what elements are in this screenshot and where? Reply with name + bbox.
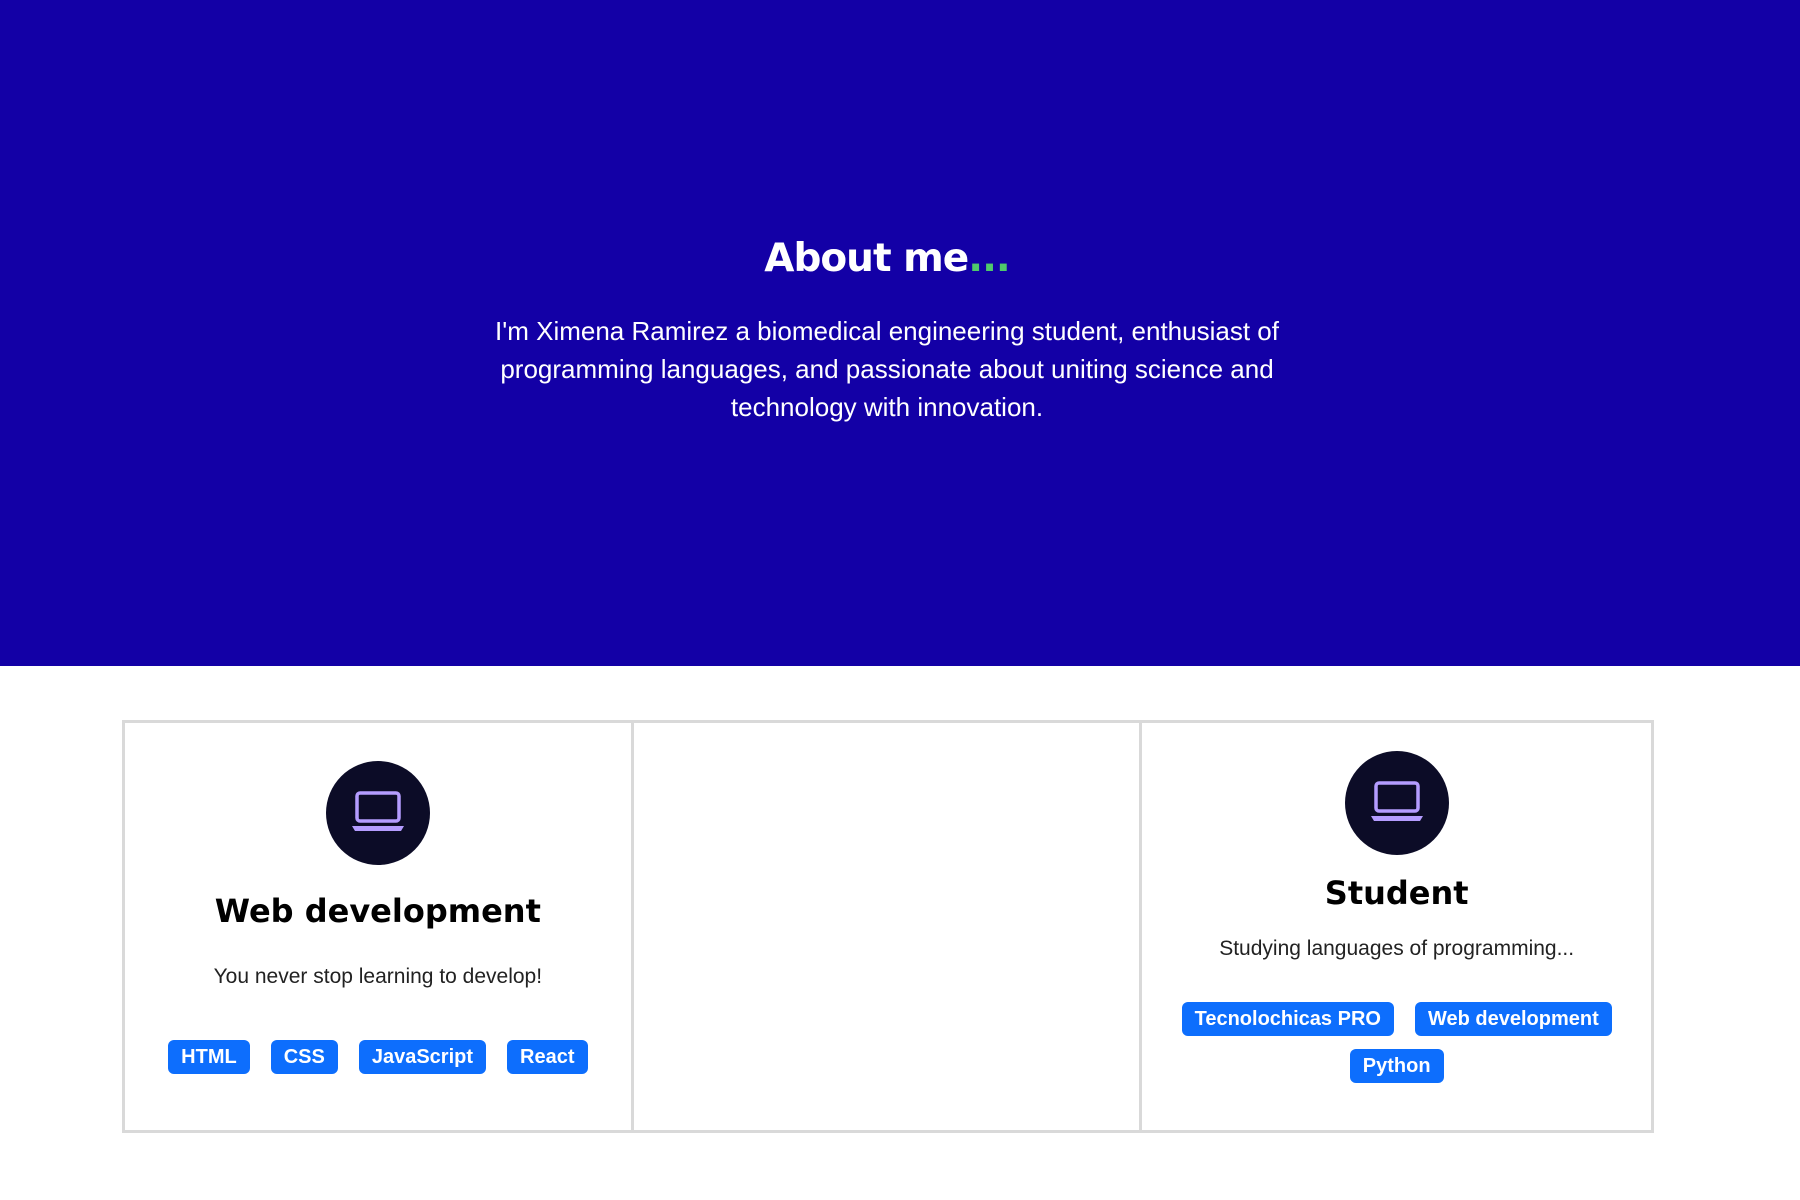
tag-html: HTML: [168, 1040, 250, 1074]
tag-react: React: [507, 1040, 588, 1074]
card-student: Student Studying languages of programmin…: [1142, 723, 1651, 1130]
card-description: Studying languages of programming...: [1219, 937, 1575, 960]
card-title: Web development: [214, 892, 541, 930]
skills-cards: Web development You never stop learning …: [122, 720, 1654, 1133]
tag-tecnolochicas-pro: Tecnolochicas PRO: [1181, 1002, 1394, 1036]
hero-title: About me...: [0, 232, 1774, 286]
card-title: Student: [1324, 874, 1469, 912]
laptop-icon-svg: [1370, 781, 1423, 821]
laptop-icon: [325, 761, 430, 865]
hero-title-dots: ...: [968, 236, 1010, 281]
about-hero: About me... I'm Ximena Ramirez a biomedi…: [0, 0, 1800, 666]
tag-list: HTML CSS JavaScript React: [145, 1040, 611, 1074]
card-web-development: Web development You never stop learning …: [125, 723, 634, 1130]
tag-list: Tecnolochicas PRO Web development Python: [1162, 1002, 1631, 1083]
card-empty: [634, 723, 1143, 1130]
card-description: You never stop learning to develop!: [213, 965, 543, 988]
hero-title-text: About me: [764, 236, 969, 281]
hero-description: I'm Ximena Ramirez a biomedical engineer…: [495, 316, 1279, 422]
tag-javascript: JavaScript: [358, 1040, 487, 1074]
tag-python: Python: [1349, 1049, 1444, 1083]
laptop-icon: [1344, 751, 1449, 855]
tag-css: CSS: [270, 1040, 338, 1074]
laptop-icon-svg: [351, 791, 404, 831]
tag-web-development: Web development: [1414, 1002, 1612, 1036]
